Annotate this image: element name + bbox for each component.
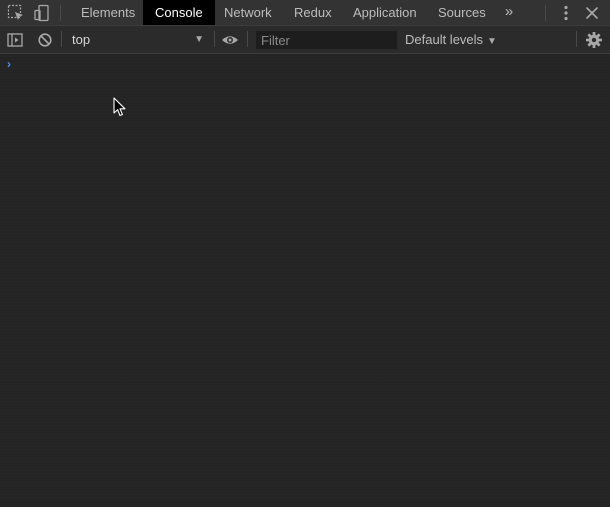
toolbar-divider	[247, 31, 248, 47]
prompt-chevron-icon: ›	[7, 57, 11, 71]
chevron-down-icon: ▼	[194, 34, 204, 45]
mouse-pointer-icon	[113, 97, 127, 117]
tabbar-divider	[60, 5, 61, 21]
panel-tabbar: Elements Console Network Redux Applicati…	[0, 0, 610, 26]
toolbar-divider	[61, 31, 62, 47]
tabbar-divider-right	[545, 5, 546, 21]
context-selector[interactable]: top ▼	[66, 30, 210, 50]
close-icon[interactable]	[582, 3, 602, 23]
tab-application[interactable]: Application	[341, 0, 429, 25]
gear-icon[interactable]	[584, 30, 604, 50]
inspect-element-icon[interactable]	[6, 3, 26, 23]
filter-input[interactable]	[256, 31, 397, 49]
console-prompt[interactable]: ›	[0, 56, 610, 72]
log-levels-label: Default levels	[405, 32, 484, 47]
eye-icon[interactable]	[220, 30, 240, 50]
log-levels-dropdown[interactable]: Default levels ▼	[405, 30, 497, 50]
context-value: top	[72, 32, 91, 47]
toolbar-divider	[576, 31, 577, 47]
device-toolbar-icon[interactable]	[32, 3, 52, 23]
tab-console[interactable]: Console	[143, 0, 215, 25]
more-tabs-button[interactable]: »	[497, 0, 521, 25]
tab-redux[interactable]: Redux	[282, 0, 344, 25]
tab-network[interactable]: Network	[212, 0, 284, 25]
show-sidebar-icon[interactable]	[5, 30, 25, 50]
clear-console-icon[interactable]	[35, 30, 55, 50]
console-toolbar: top ▼ Default levels▼	[0, 26, 610, 54]
tab-elements[interactable]: Elements	[69, 0, 147, 25]
chevron-down-icon: ▼	[487, 36, 497, 47]
console-output[interactable]: ›	[0, 54, 610, 507]
kebab-menu-icon[interactable]	[556, 3, 576, 23]
toolbar-divider	[214, 31, 215, 47]
tab-sources[interactable]: Sources	[426, 0, 498, 25]
devtools-window: Elements Console Network Redux Applicati…	[0, 0, 610, 507]
